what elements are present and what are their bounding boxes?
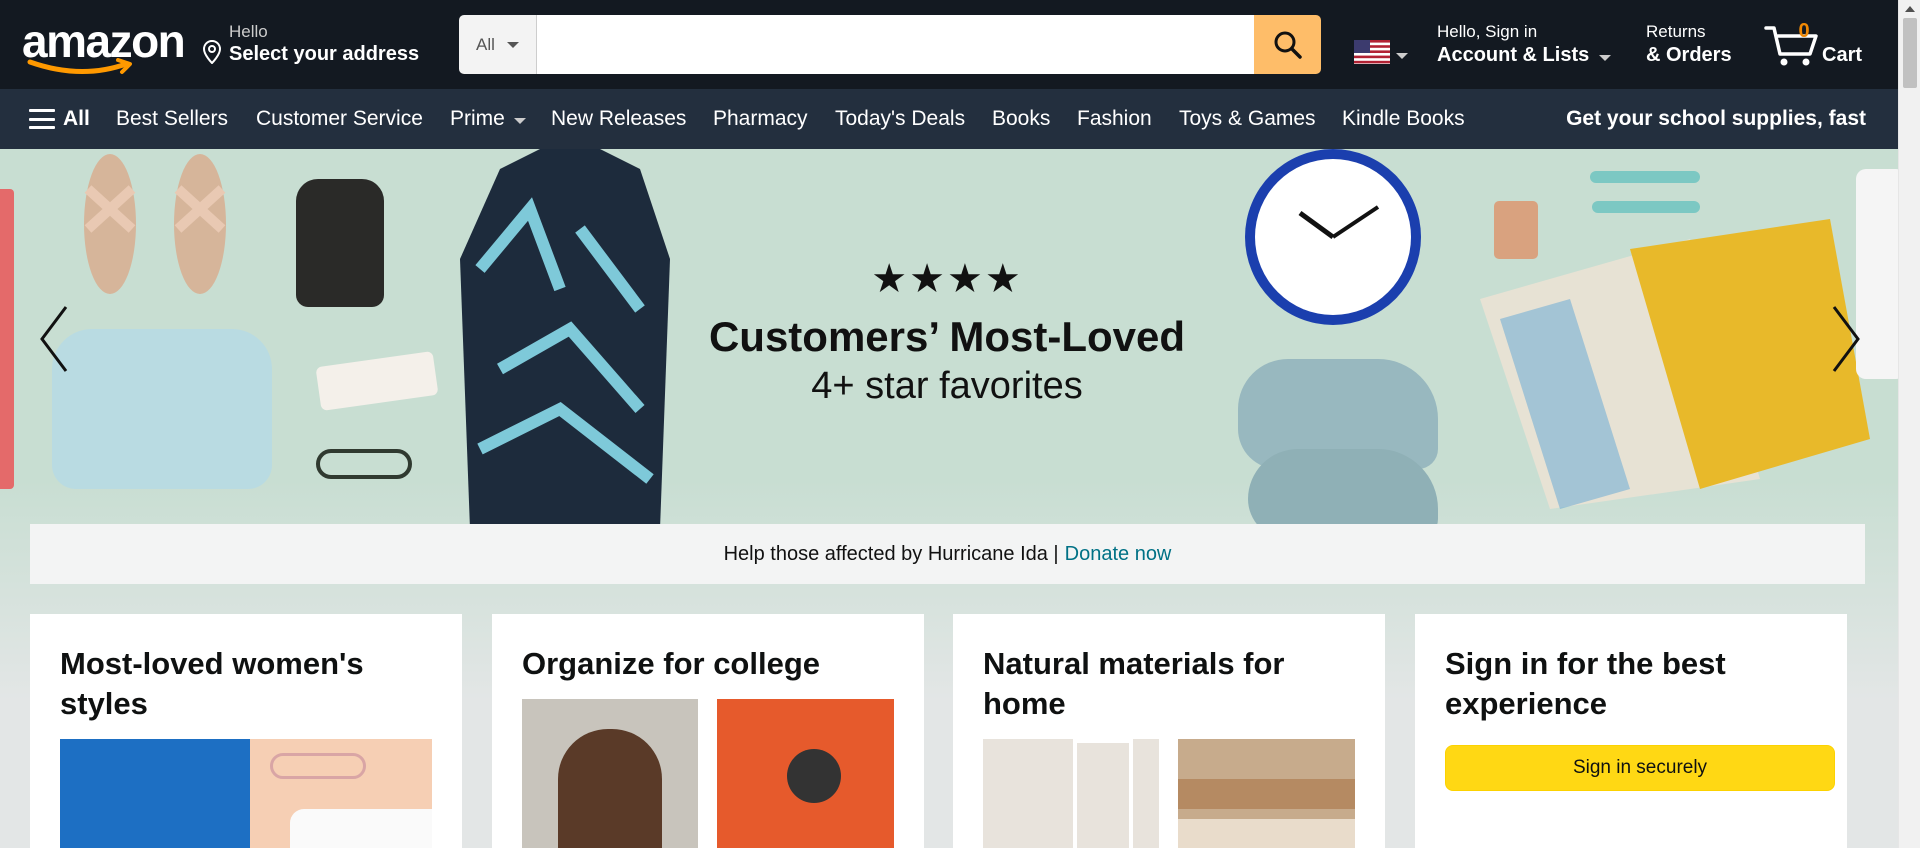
nav-customer-service[interactable]: Customer Service [256,89,423,149]
knit-layer-image [1178,779,1355,809]
location-pin-icon [202,40,222,64]
smile-arrow-icon [27,58,132,74]
pillows-image [1480,219,1870,509]
all-menu-button[interactable]: All [29,89,90,149]
lantern-image [296,179,384,307]
language-caret-icon[interactable] [1396,53,1408,59]
knit-layer-image-2 [1178,819,1355,848]
makeup-brush-image [1590,171,1700,183]
all-menu-label: All [63,107,90,130]
secondary-navigation-bar: All Best Sellers Customer Service Prime … [0,89,1898,149]
sunglasses-image [316,449,412,479]
hurricane-notice-bar: Help those affected by Hurricane Ida | D… [30,524,1865,584]
cart-button[interactable]: 0 Cart [1764,18,1874,72]
person-image [558,729,662,848]
card-sign-in: Sign in for the best experience Sign in … [1415,614,1847,848]
card-title: Most-loved women's styles [60,646,364,721]
returns-label: Returns [1646,22,1706,41]
sunglasses-image [270,753,366,779]
returns-orders-link[interactable]: Returns & Orders [1646,22,1732,67]
nav-todays-deals[interactable]: Today's Deals [835,89,965,149]
caret-down-icon [1599,54,1612,61]
hamburger-icon [29,109,55,129]
card-title: Natural materials for home [983,646,1285,721]
nav-toys-games[interactable]: Toys & Games [1179,89,1316,149]
cart-count: 0 [1798,20,1810,42]
carousel-next-arrow[interactable] [1824,299,1864,379]
notice-text: Help those affected by Hurricane Ida | [723,542,1059,565]
promo-school-supplies[interactable]: Get your school supplies, fast [1566,89,1866,149]
nav-prime[interactable]: Prime [450,89,526,149]
toaster-image [52,329,272,489]
card-natural-materials[interactable]: Natural materials for home [953,614,1385,848]
blue-top-image [60,739,250,848]
address-hello: Hello [229,22,268,41]
caret-down-icon [506,41,519,48]
search-bar: All [459,15,1321,74]
nav-new-releases[interactable]: New Releases [551,89,686,149]
account-hello: Hello, Sign in [1437,22,1538,41]
red-shirt-image [0,189,14,489]
account-lists-menu[interactable]: Hello, Sign in Account & Lists [1437,22,1612,67]
caret-down-icon [513,117,526,124]
swimsuit-image [460,149,670,529]
wall-clock-image [1245,149,1421,325]
nav-best-sellers[interactable]: Best Sellers [116,89,228,149]
us-flag-icon[interactable] [1354,40,1390,64]
nav-pharmacy[interactable]: Pharmacy [713,89,808,149]
card-womens-styles[interactable]: Most-loved women's styles [30,614,462,848]
watch-face-image [787,749,841,803]
hero-headline: ★★★★ Customers’ Most-Loved 4+ star favor… [700,259,1194,408]
nav-prime-label: Prime [450,107,505,130]
top-navigation-bar: amazon Hello Select your address All Hel… [0,0,1898,89]
card-organize-college[interactable]: Organize for college [492,614,924,848]
sandals-image [84,154,226,294]
donate-now-link[interactable]: Donate now [1065,543,1172,566]
amazon-logo[interactable]: amazon [22,18,186,74]
folded-knits-image[interactable] [1178,739,1355,848]
page-scrollbar[interactable] [1898,0,1920,848]
nav-books[interactable]: Books [992,89,1050,149]
orders-label: & Orders [1646,44,1732,66]
address-label: Select your address [229,43,420,65]
shelf-image [1073,739,1133,848]
nav-kindle-books[interactable]: Kindle Books [1342,89,1465,149]
hero-stars: ★★★★ [871,257,1023,301]
search-category-dropdown[interactable]: All [459,15,537,74]
hero-subtitle: 4+ star favorites [811,365,1083,407]
search-button[interactable] [1254,15,1321,74]
scroll-up-arrow-icon[interactable] [1905,6,1915,12]
womens-styles-image[interactable] [60,739,432,848]
card-title: Organize for college [522,646,821,681]
search-category-label: All [476,34,495,54]
account-label: Account & Lists [1437,44,1590,66]
cart-label: Cart [1822,44,1863,66]
headphones-image[interactable] [522,699,698,848]
shelf-decor-image[interactable] [983,739,1159,848]
sunscreen-image [315,351,439,411]
hero-title: Customers’ Most-Loved [708,313,1186,360]
sign-in-securely-button[interactable]: Sign in securely [1445,745,1835,791]
search-icon [1274,31,1302,59]
search-input[interactable] [537,15,1254,74]
smartwatch-image[interactable] [717,699,894,848]
scrollbar-thumb[interactable] [1903,18,1917,88]
nav-fashion[interactable]: Fashion [1077,89,1152,149]
white-shorts-image [290,809,432,848]
card-title: Sign in for the best experience [1445,646,1726,721]
carousel-prev-arrow[interactable] [36,299,76,379]
